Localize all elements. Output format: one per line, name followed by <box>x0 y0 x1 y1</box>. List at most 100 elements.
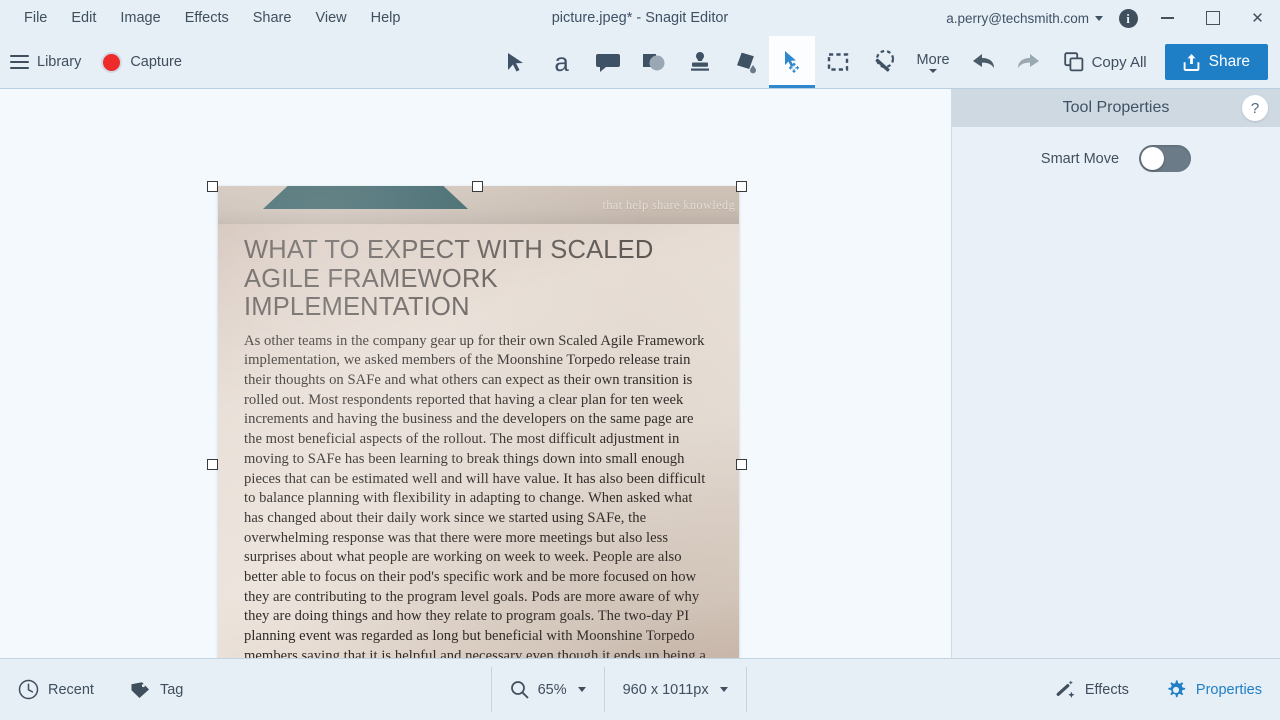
tag-button[interactable]: Tag <box>112 659 201 720</box>
dimensions-control[interactable]: 960 x 1011px <box>605 659 746 720</box>
question-mark-icon: ? <box>1251 100 1259 117</box>
menu-item-edit[interactable]: Edit <box>59 5 108 32</box>
tool-properties-panel: Tool Properties ? Smart Move <box>952 89 1280 658</box>
magic-wand-sparkle-icon <box>1054 679 1076 701</box>
info-icon: i <box>1119 9 1138 28</box>
main-area: that help share knowledg WHAT TO EXPECT … <box>0 89 1280 658</box>
library-label: Library <box>37 54 81 70</box>
tool-stamp[interactable] <box>677 36 723 88</box>
arrow-icon <box>504 50 528 74</box>
tool-text[interactable]: a <box>539 36 585 88</box>
menu-item-view[interactable]: View <box>303 5 358 32</box>
close-icon: ✕ <box>1251 11 1264 26</box>
paint-bucket-icon <box>733 50 759 74</box>
status-bar: Recent Tag 65% 960 x 1011px <box>0 658 1280 720</box>
magic-wand-icon <box>871 50 897 74</box>
capture-button[interactable]: Capture <box>91 36 192 88</box>
properties-button[interactable]: Properties <box>1147 659 1280 720</box>
menu-item-effects[interactable]: Effects <box>173 5 241 32</box>
canvas-area[interactable]: that help share knowledg WHAT TO EXPECT … <box>0 89 952 658</box>
chevron-down-icon <box>929 69 937 73</box>
tool-fill[interactable] <box>723 36 769 88</box>
selection-handle-top-right[interactable] <box>736 181 747 192</box>
selection-handle-middle-right[interactable] <box>736 459 747 470</box>
status-spacer-right <box>747 659 1036 720</box>
info-button[interactable]: i <box>1111 0 1145 36</box>
help-button[interactable]: ? <box>1242 95 1268 121</box>
tool-properties-header: Tool Properties ? <box>952 89 1280 127</box>
copy-all-button[interactable]: Copy All <box>1052 36 1159 88</box>
chevron-down-icon <box>1095 16 1103 21</box>
menu-item-help[interactable]: Help <box>359 5 413 32</box>
recent-label: Recent <box>48 682 94 698</box>
title-bar: File Edit Image Effects Share View Help … <box>0 0 1280 36</box>
document-body-text: As other teams in the company gear up fo… <box>244 332 713 658</box>
minimize-button[interactable] <box>1145 0 1190 36</box>
capture-label: Capture <box>130 54 182 70</box>
tool-selection[interactable] <box>815 36 861 88</box>
selection-handle-middle-left[interactable] <box>207 459 218 470</box>
account-email: a.perry@techsmith.com <box>946 11 1089 26</box>
record-circle-icon <box>101 52 122 73</box>
properties-label: Properties <box>1196 682 1262 698</box>
maximize-icon <box>1206 11 1220 25</box>
menu-item-image[interactable]: Image <box>108 5 172 32</box>
tool-shape[interactable] <box>631 36 677 88</box>
copy-all-label: Copy All <box>1092 54 1147 71</box>
more-tools-button[interactable]: More <box>907 36 960 88</box>
tool-magic-wand[interactable] <box>861 36 907 88</box>
library-button[interactable]: Library <box>0 36 91 88</box>
chevron-down-icon <box>578 687 586 692</box>
more-label: More <box>917 52 950 68</box>
dimensions-value: 960 x 1011px <box>623 682 709 698</box>
speech-bubble-icon <box>595 50 621 74</box>
redo-arrow-icon <box>1015 50 1043 74</box>
teal-trapezoid-graphic <box>263 186 468 209</box>
undo-arrow-icon <box>969 50 997 74</box>
zoom-level-value: 65% <box>538 682 567 698</box>
maximize-button[interactable] <box>1190 0 1235 36</box>
toggle-knob <box>1141 147 1164 170</box>
faded-header-text: that help share knowledg <box>602 198 735 213</box>
document-paragraph: As other teams in the company gear up fo… <box>244 332 713 658</box>
hamburger-menu-icon <box>10 55 29 68</box>
share-label: Share <box>1209 53 1250 71</box>
document-headline: WHAT TO EXPECT WITH SCALED AGILE FRAMEWO… <box>244 236 713 322</box>
search-icon <box>510 680 529 699</box>
menu-item-share[interactable]: Share <box>241 5 304 32</box>
image-canvas-document[interactable]: that help share knowledg WHAT TO EXPECT … <box>218 186 739 658</box>
zoom-control[interactable]: 65% <box>492 659 604 720</box>
tool-callout[interactable] <box>585 36 631 88</box>
toolbar-left-spacer <box>192 36 493 88</box>
account-menu[interactable]: a.perry@techsmith.com <box>938 11 1111 26</box>
effects-label: Effects <box>1085 682 1129 698</box>
tool-move[interactable] <box>769 36 815 88</box>
shapes-icon <box>641 50 667 74</box>
recent-button[interactable]: Recent <box>0 659 112 720</box>
smart-move-label: Smart Move <box>1041 151 1119 167</box>
selection-handle-top-center[interactable] <box>472 181 483 192</box>
tool-arrow[interactable] <box>493 36 539 88</box>
tool-properties-body: Smart Move <box>952 127 1280 658</box>
close-button[interactable]: ✕ <box>1235 0 1280 36</box>
smart-move-toggle[interactable] <box>1139 145 1191 172</box>
clock-icon <box>18 679 39 700</box>
minimize-icon <box>1161 17 1174 19</box>
effects-button[interactable]: Effects <box>1036 659 1147 720</box>
text-a-icon: a <box>554 49 568 75</box>
smart-move-row: Smart Move <box>952 145 1280 172</box>
menu-bar: File Edit Image Effects Share View Help <box>0 5 412 32</box>
share-upload-icon <box>1183 53 1200 71</box>
move-cursor-icon <box>779 49 805 75</box>
tag-label: Tag <box>160 682 183 698</box>
stamp-icon <box>688 50 712 74</box>
selection-handle-top-left[interactable] <box>207 181 218 192</box>
share-button[interactable]: Share <box>1165 44 1268 80</box>
main-toolbar: Library Capture a <box>0 36 1280 89</box>
tool-properties-title: Tool Properties <box>1063 99 1170 117</box>
tag-icon <box>130 680 151 700</box>
canvas-inner: that help share knowledg WHAT TO EXPECT … <box>0 89 951 658</box>
redo-button[interactable] <box>1006 36 1052 88</box>
menu-item-file[interactable]: File <box>12 5 59 32</box>
undo-button[interactable] <box>960 36 1006 88</box>
